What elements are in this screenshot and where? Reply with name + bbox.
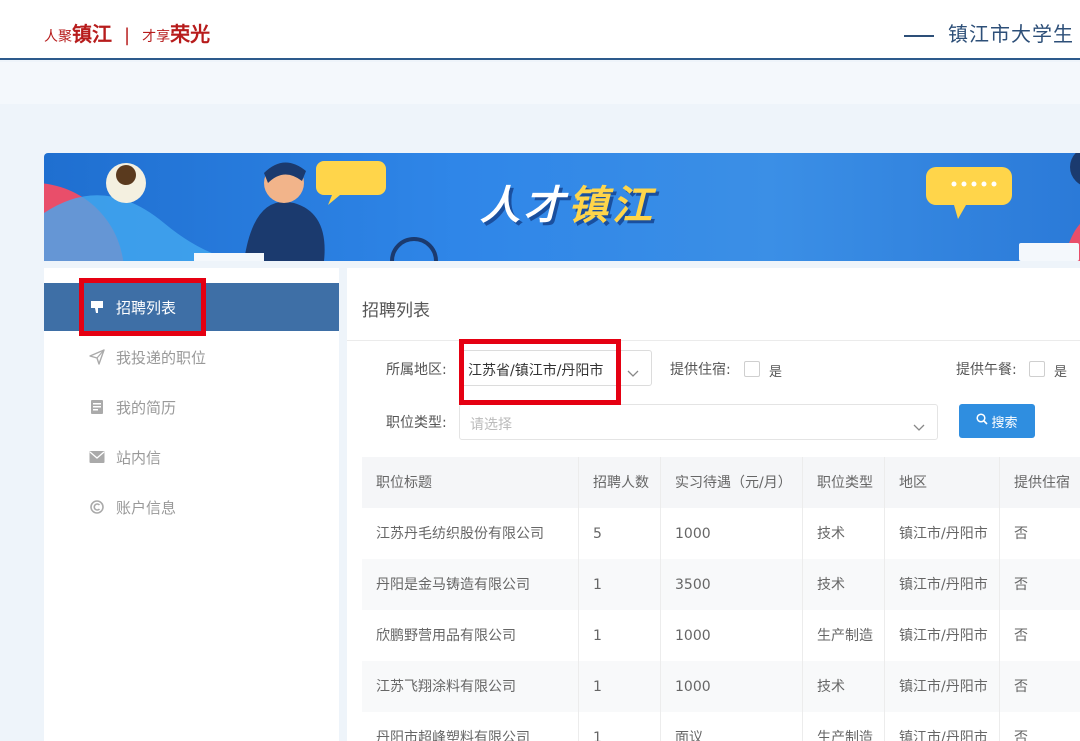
cell-salary: 1000 bbox=[661, 508, 803, 559]
cell-headcount: 1 bbox=[579, 610, 661, 661]
hero-banner: 人才镇江 bbox=[44, 153, 1080, 261]
table-row[interactable]: 丹阳市超峰塑料有限公司 1 面议 生产制造 镇江市/丹阳市 否 bbox=[362, 712, 1080, 741]
cell-housing: 否 bbox=[1014, 576, 1028, 593]
lunch-option-label: 是 bbox=[1054, 365, 1068, 380]
account-icon bbox=[88, 498, 106, 516]
search-icon bbox=[976, 413, 989, 429]
sidebar-item-my-applications[interactable]: 我投递的职位 bbox=[44, 333, 339, 381]
cell-job-title[interactable]: 江苏飞翔涂料有限公司 bbox=[362, 661, 579, 712]
cell-job-type: 生产制造 bbox=[803, 610, 885, 661]
header-job-title: 职位标题 bbox=[362, 457, 579, 508]
cell-region: 镇江市/丹阳市 bbox=[885, 610, 1000, 661]
title-divider bbox=[347, 340, 1080, 341]
header-salary: 实习待遇（元/月） bbox=[661, 457, 803, 508]
cell-housing: 否 bbox=[1014, 729, 1028, 741]
sidebar-item-label: 我的简历 bbox=[116, 398, 177, 417]
cell-region: 镇江市/丹阳市 bbox=[885, 712, 1000, 741]
chevron-down-icon bbox=[913, 417, 925, 436]
header-housing: 提供住宿 bbox=[1014, 474, 1070, 491]
job-type-placeholder: 请选择 bbox=[470, 417, 512, 433]
cell-job-type: 技术 bbox=[803, 661, 885, 712]
cell-housing: 否 bbox=[1014, 525, 1028, 542]
banner-title-white: 人才 bbox=[480, 183, 568, 229]
cell-job-title[interactable]: 丹阳是金马铸造有限公司 bbox=[362, 559, 579, 610]
chevron-down-icon bbox=[627, 363, 639, 382]
region-select[interactable]: 江苏省/镇江市/丹阳市 bbox=[459, 350, 652, 386]
cell-headcount: 5 bbox=[579, 508, 661, 559]
banner-title-yellow: 镇江 bbox=[568, 183, 656, 229]
table-row[interactable]: 丹阳是金马铸造有限公司 1 3500 技术 镇江市/丹阳市 否 bbox=[362, 559, 1080, 610]
main-panel: 招聘列表 所属地区: 江苏省/镇江市/丹阳市 提供住宿: 是 提供午餐: 是 职… bbox=[347, 268, 1080, 741]
cell-salary: 1000 bbox=[661, 610, 803, 661]
sidebar: 招聘列表 我投递的职位 我的简历 站内信 账户信息 bbox=[44, 268, 339, 741]
sidebar-item-job-list[interactable]: 招聘列表 bbox=[44, 283, 339, 331]
cell-region: 镇江市/丹阳市 bbox=[885, 508, 1000, 559]
cell-region: 镇江市/丹阳市 bbox=[885, 661, 1000, 712]
site-title: 镇江市大学生 bbox=[904, 18, 1074, 47]
cell-job-title[interactable]: 欣鹏野营用品有限公司 bbox=[362, 610, 579, 661]
sidebar-item-my-resume[interactable]: 我的简历 bbox=[44, 383, 339, 431]
table-row[interactable]: 江苏飞翔涂料有限公司 1 1000 技术 镇江市/丹阳市 否 bbox=[362, 661, 1080, 712]
cell-salary: 1000 bbox=[661, 661, 803, 712]
sidebar-item-label: 站内信 bbox=[116, 448, 162, 467]
housing-option-label: 是 bbox=[769, 365, 783, 380]
header-headcount: 招聘人数 bbox=[579, 457, 661, 508]
banner-title: 人才镇江 bbox=[480, 173, 656, 231]
logo-text-1: 人聚 bbox=[44, 29, 72, 45]
cell-salary: 3500 bbox=[661, 559, 803, 610]
cell-job-type: 生产制造 bbox=[803, 712, 885, 741]
logo-text-4: 荣光 bbox=[170, 22, 211, 46]
cell-housing: 否 bbox=[1014, 627, 1028, 644]
resume-icon bbox=[88, 398, 106, 416]
title-dash bbox=[904, 34, 934, 37]
lunch-label: 提供午餐: bbox=[956, 362, 1017, 378]
site-logo[interactable]: 人聚 镇江 | 才享 荣光 bbox=[44, 18, 211, 46]
sidebar-item-account[interactable]: 账户信息 bbox=[44, 483, 339, 531]
sidebar-item-label: 账户信息 bbox=[116, 498, 177, 517]
job-type-select[interactable]: 请选择 bbox=[459, 404, 938, 440]
logo-separator: | bbox=[124, 25, 131, 46]
logo-text-3: 才享 bbox=[142, 29, 171, 45]
housing-checkbox[interactable] bbox=[744, 361, 760, 377]
thumbs-down-icon bbox=[88, 298, 106, 316]
lunch-checkbox[interactable] bbox=[1029, 361, 1045, 377]
cell-housing: 否 bbox=[1014, 678, 1028, 695]
header-job-type: 职位类型 bbox=[803, 457, 885, 508]
logo-text-2: 镇江 bbox=[72, 22, 112, 46]
site-title-text: 镇江市大学生 bbox=[948, 22, 1074, 46]
search-button-label: 搜索 bbox=[991, 415, 1018, 431]
cell-headcount: 1 bbox=[579, 661, 661, 712]
cell-region: 镇江市/丹阳市 bbox=[885, 559, 1000, 610]
cell-job-title[interactable]: 江苏丹毛纺织股份有限公司 bbox=[362, 508, 579, 559]
sub-header-bar bbox=[0, 62, 1080, 104]
cell-headcount: 1 bbox=[579, 712, 661, 741]
sidebar-item-inbox[interactable]: 站内信 bbox=[44, 433, 339, 481]
table-row[interactable]: 欣鹏野营用品有限公司 1 1000 生产制造 镇江市/丹阳市 否 bbox=[362, 610, 1080, 661]
housing-label: 提供住宿: bbox=[670, 362, 731, 378]
table-row[interactable]: 江苏丹毛纺织股份有限公司 5 1000 技术 镇江市/丹阳市 否 bbox=[362, 508, 1080, 559]
region-label: 所属地区: bbox=[386, 362, 447, 378]
table-header-row: 职位标题 招聘人数 实习待遇（元/月） 职位类型 地区 提供住宿 bbox=[362, 457, 1080, 508]
sidebar-item-label: 招聘列表 bbox=[116, 298, 177, 317]
cell-job-type: 技术 bbox=[803, 508, 885, 559]
page-title: 招聘列表 bbox=[362, 301, 430, 321]
job-type-label: 职位类型: bbox=[386, 415, 447, 431]
cell-headcount: 1 bbox=[579, 559, 661, 610]
header-region: 地区 bbox=[885, 457, 1000, 508]
send-icon bbox=[88, 348, 106, 366]
region-value: 江苏省/镇江市/丹阳市 bbox=[468, 363, 604, 379]
cell-job-type: 技术 bbox=[803, 559, 885, 610]
top-header: 人聚 镇江 | 才享 荣光 镇江市大学生 bbox=[0, 0, 1080, 60]
mail-icon bbox=[88, 448, 106, 466]
search-button[interactable]: 搜索 bbox=[959, 404, 1035, 438]
cell-salary: 面议 bbox=[661, 712, 803, 741]
cell-job-title[interactable]: 丹阳市超峰塑料有限公司 bbox=[362, 712, 579, 741]
sidebar-item-label: 我投递的职位 bbox=[116, 348, 207, 367]
